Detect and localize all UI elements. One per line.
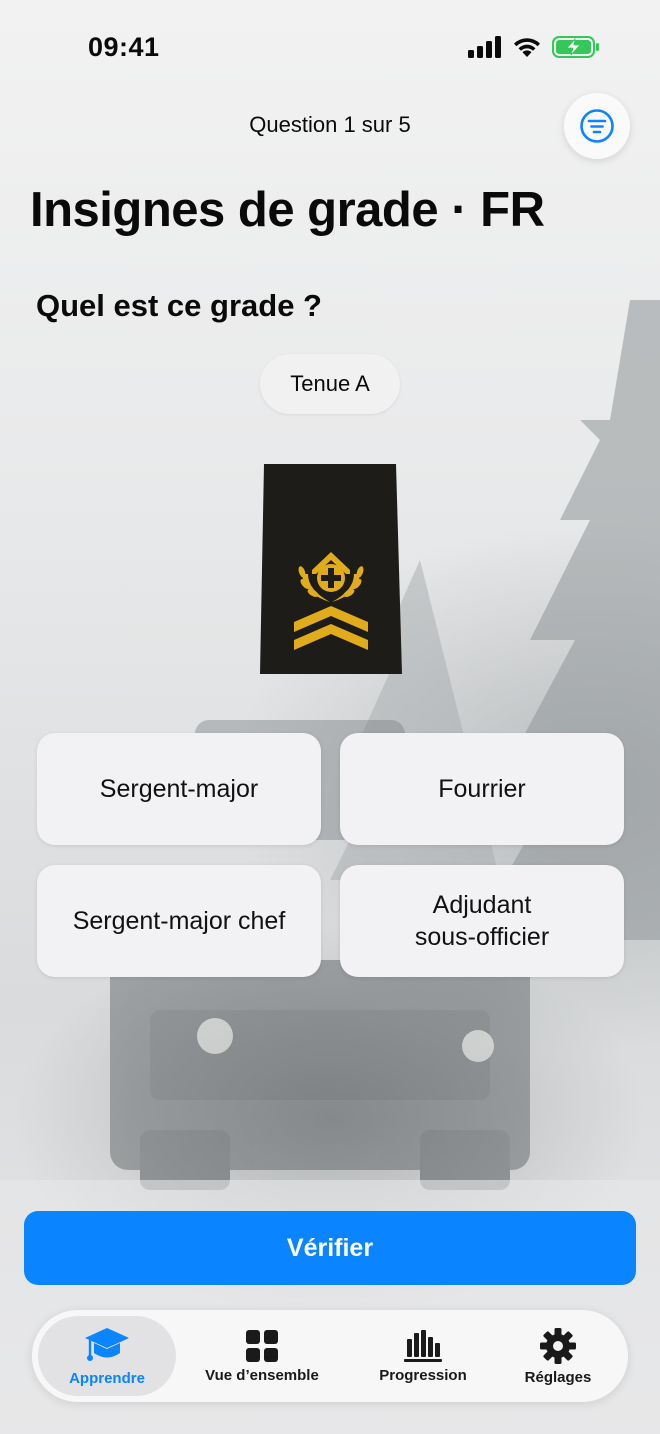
graduation-cap-icon [85, 1327, 129, 1361]
answer-option[interactable]: Sergent-major [37, 733, 321, 845]
status-time: 09:41 [88, 32, 160, 62]
tab-apprendre[interactable]: Apprendre [38, 1316, 176, 1396]
tab-reglages[interactable]: Réglages [494, 1316, 622, 1396]
tab-vue-ensemble[interactable]: Vue d’ensemble [184, 1316, 340, 1396]
answer-option[interactable]: Fourrier [340, 733, 624, 845]
filter-lines-icon [580, 109, 614, 143]
question-text: Quel est ce grade ? [36, 288, 322, 323]
verify-button[interactable]: Vérifier [24, 1211, 636, 1285]
answer-option[interactable]: Adjudant sous-officier [340, 865, 624, 977]
status-bar: 09:41 [0, 0, 660, 96]
tab-label: Apprendre [69, 1369, 145, 1387]
cellular-signal-icon [468, 36, 501, 58]
rank-insignia-image [260, 464, 402, 674]
tab-label: Vue d’ensemble [205, 1366, 319, 1384]
question-counter: Question 1 sur 5 [249, 112, 411, 137]
tab-label: Progression [379, 1366, 467, 1384]
page-title: Insignes de grade · FR [30, 183, 545, 237]
tab-label: Réglages [524, 1368, 592, 1386]
grid-icon [246, 1329, 278, 1362]
filter-button[interactable] [564, 93, 630, 159]
battery-charging-icon [552, 36, 599, 58]
wifi-icon [514, 38, 540, 57]
gear-icon [540, 1327, 576, 1364]
tab-progression[interactable]: Progression [350, 1316, 496, 1396]
bar-chart-icon [404, 1329, 442, 1362]
tab-bar: Apprendre Vue d’ensemble Progression Rég… [32, 1310, 628, 1402]
answer-option[interactable]: Sergent-major chef [37, 865, 321, 977]
uniform-toggle[interactable]: Tenue A [260, 354, 400, 414]
